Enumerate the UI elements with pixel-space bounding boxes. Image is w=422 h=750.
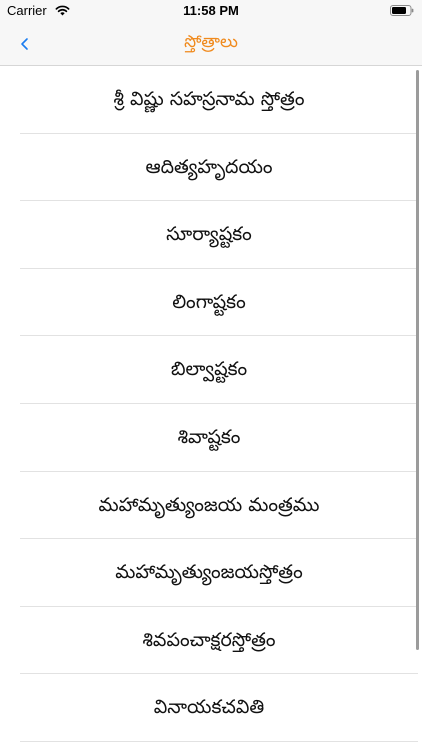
status-time: 11:58 PM [183,3,239,18]
list-item-label: శివపంచాక్షరస్తోత్రం [142,628,276,651]
status-bar: Carrier 11:58 PM [0,0,422,22]
list-item[interactable]: బిల్వాష్టకం [20,336,418,404]
list-item-label: లింగాష్టకం [172,290,246,313]
list-item[interactable]: మహామృత్యుంజయ మంత్రము [20,472,418,540]
list-item-label: ఆదిత్యహృదయం [145,155,273,178]
list-item-label: వినాయకచవితి [153,696,265,719]
battery-icon [390,5,414,16]
list-item[interactable]: శివాష్టకం [20,404,418,472]
navigation-bar: స్తోత్రాలు [0,22,422,66]
list-item-label: మహామృత్యుంజయ మంత్రము [98,493,320,516]
scrollbar[interactable] [416,70,419,650]
page-title: స్తోత్రాలు [184,32,238,52]
list-item[interactable]: లింగాష్టకం [20,269,418,337]
list-item[interactable]: శ్రీ విష్ణు సహస్రనామ స్తోత్రం [20,66,418,134]
list-item[interactable]: మహామృత్యుంజయస్తోత్రం [20,539,418,607]
list-item[interactable]: శివపంచాక్షరస్తోత్రం [20,607,418,675]
list-item[interactable]: ఆదిత్యహృదయం [20,134,418,202]
stotras-list: శ్రీ విష్ణు సహస్రనామ స్తోత్రం ఆదిత్యహృదయ… [20,66,418,742]
list-item-label: శివాష్టకం [177,425,241,448]
list-item-label: సూర్యాష్టకం [166,223,252,246]
list-item-label: బిల్వాష్టకం [170,358,248,381]
list-item-label: శ్రీ విష్ణు సహస్రనామ స్తోత్రం [113,88,305,110]
list-item-label: మహామృత్యుంజయస్తోత్రం [115,561,303,584]
list-item[interactable]: సూర్యాష్టకం [20,201,418,269]
list-item[interactable]: వినాయకచవితి [20,674,418,742]
